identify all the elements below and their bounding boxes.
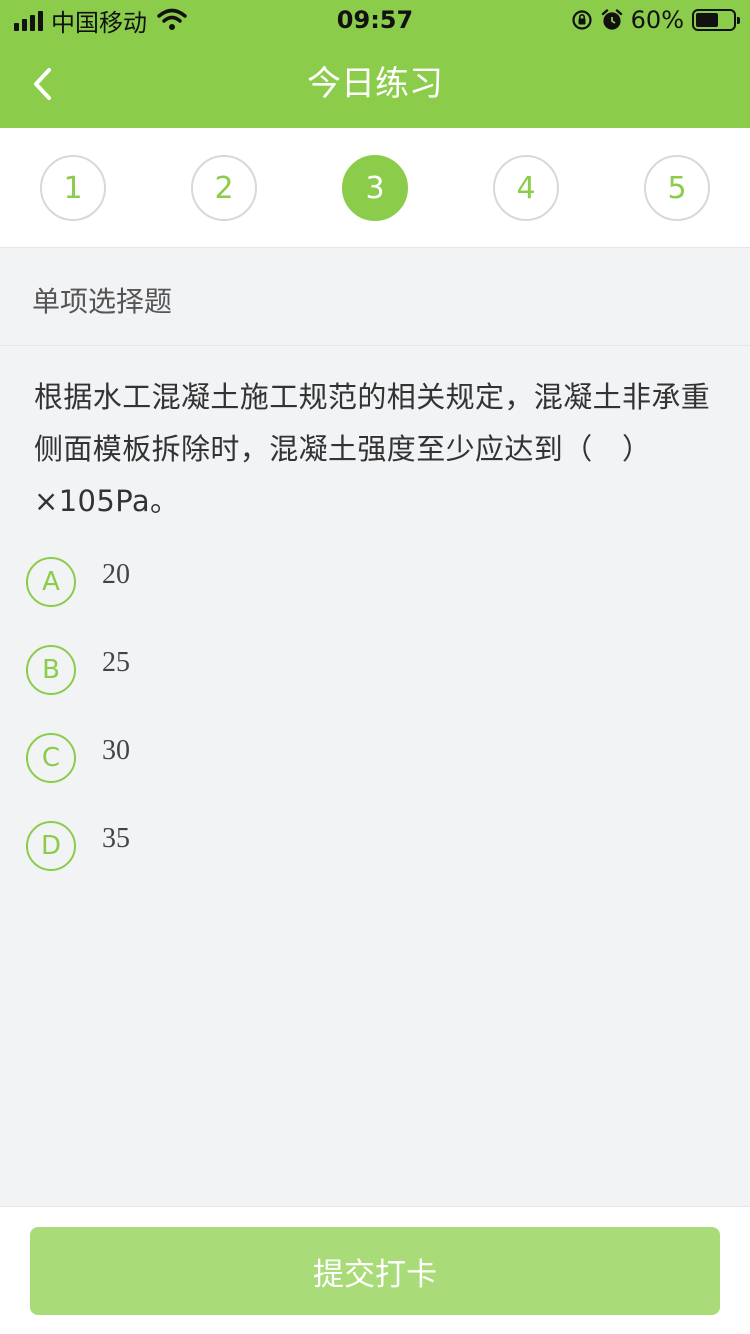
alarm-icon [601,9,622,30]
status-right: 60% [571,4,740,36]
question-text: 根据水工混凝土施工规范的相关规定，混凝土非承重侧面模板拆除时，混凝土强度至少应达… [34,380,711,518]
option-text: 35 [102,823,130,854]
submit-checkin-button[interactable]: 提交打卡 [30,1227,720,1315]
option-letter: C [26,733,76,783]
battery-icon [692,9,740,31]
option-letter: D [26,821,76,871]
step-3[interactable]: 3 [342,155,408,221]
option-text: 25 [102,647,130,678]
battery-cap [737,17,740,24]
option-letter: A [26,557,76,607]
option-b[interactable]: B 25 [26,645,706,705]
section-header: 单项选择题 [0,248,750,346]
option-text: 20 [102,559,130,590]
status-bar: 中国移动 09:57 60% [0,0,750,40]
orientation-lock-icon [572,10,592,30]
step-4[interactable]: 4 [493,155,559,221]
question-area: 根据水工混凝土施工规范的相关规定，混凝土非承重侧面模板拆除时，混凝土强度至少应达… [0,347,750,1205]
question-stepper: 1 2 3 4 5 [0,128,750,248]
step-1[interactable]: 1 [40,155,106,221]
option-c[interactable]: C 30 [26,733,706,793]
option-d[interactable]: D 35 [26,821,706,881]
battery-percent: 60% [630,6,684,34]
question-type-label: 单项选择题 [32,285,173,318]
option-letter: B [26,645,76,695]
step-5[interactable]: 5 [644,155,710,221]
step-2[interactable]: 2 [191,155,257,221]
footer: 提交打卡 [0,1206,750,1334]
nav-bar: 今日练习 [0,40,750,128]
battery-fill [696,13,718,27]
page-title: 今日练习 [307,64,443,104]
option-text: 30 [102,735,130,766]
option-a[interactable]: A 20 [26,557,706,617]
